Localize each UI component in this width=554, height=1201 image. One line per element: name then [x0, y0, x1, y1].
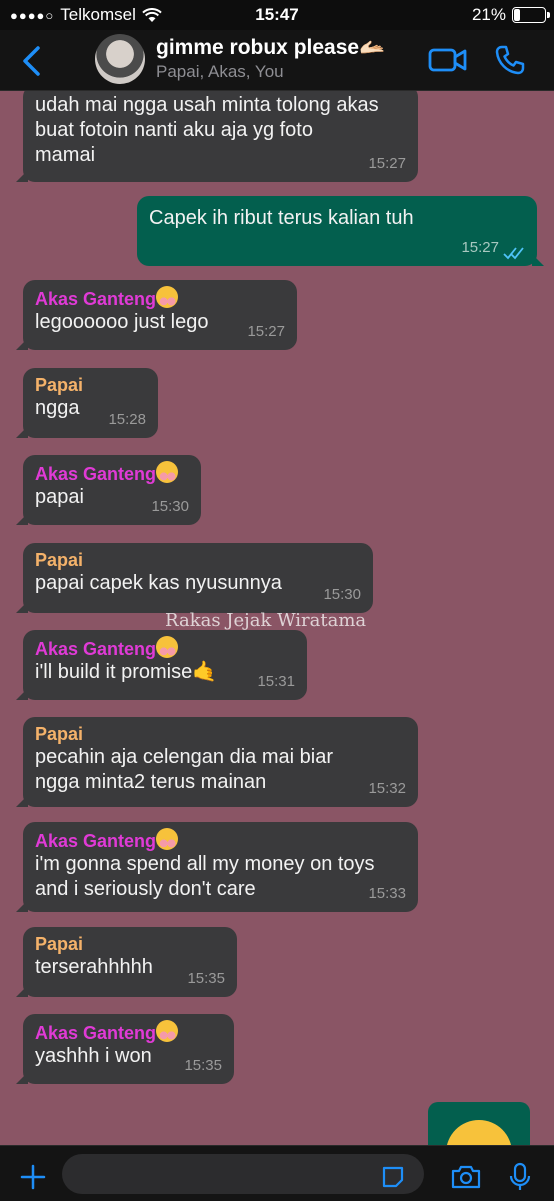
message-bubble[interactable]: Akas Ganteng i'll build it promise🤙 15:3…	[16, 630, 307, 700]
message-bubble[interactable]: Akas Ganteng yashhh i won 15:35	[16, 1014, 234, 1084]
sticker-message-bubble[interactable]	[428, 1102, 530, 1145]
sender-name: Akas Ganteng	[35, 1020, 222, 1044]
back-arrow-icon[interactable]	[18, 44, 46, 78]
battery-icon	[512, 7, 550, 23]
smiling-face-with-hearts-icon	[156, 828, 179, 850]
message-text: i'll build it promise🤙	[35, 661, 218, 683]
message-time: 15:35	[184, 1057, 222, 1074]
group-name: gimme robux please	[156, 36, 360, 59]
message-time: 15:27	[461, 239, 499, 256]
message-bubble-outgoing[interactable]: Capek ih ribut terus kalian tuh 15:27	[137, 196, 544, 266]
status-right: 21%	[471, 5, 550, 25]
chat-header: gimme robux please🫴🏻 Papai, Akas, You	[0, 30, 554, 91]
battery-percent: 21%	[471, 5, 506, 24]
message-time: 15:30	[151, 498, 189, 515]
message-bubble[interactable]: Akas Ganteng legoooooo just lego 15:27	[16, 280, 297, 350]
smiling-face-with-hearts-icon	[156, 636, 179, 658]
message-bubble[interactable]: Akas Ganteng papai 15:30	[16, 455, 201, 525]
message-bubble[interactable]: Papai pecahin aja celengan dia mai biar …	[16, 717, 418, 807]
message-input-bar	[0, 1145, 554, 1201]
group-avatar[interactable]	[95, 34, 145, 84]
message-text: i'm gonna spend all my money on toys	[35, 853, 375, 875]
message-text: buat fotoin nanti aku aja yg foto	[35, 119, 313, 141]
message-bubble[interactable]: Papai terserahhhhh 15:35	[16, 927, 237, 997]
video-call-icon[interactable]	[428, 46, 468, 74]
laughing-face-icon	[446, 1120, 512, 1145]
sender-name: Akas Ganteng	[35, 286, 285, 310]
smiling-face-with-hearts-icon	[156, 286, 179, 308]
phone-call-icon[interactable]	[494, 44, 526, 76]
message-time: 15:32	[368, 780, 406, 797]
message-time: 15:31	[257, 673, 295, 690]
sender-name: Papai	[35, 934, 84, 954]
message-text: mamai	[35, 144, 96, 166]
group-members[interactable]: Papai, Akas, You	[156, 62, 284, 82]
message-bubble[interactable]: udah mai ngga usah minta tolong akas bua…	[16, 91, 418, 182]
message-bubble[interactable]: Papai ngga 15:28	[16, 368, 158, 438]
call-me-hand-icon: 🤙	[192, 661, 218, 683]
message-time: 15:27	[368, 155, 406, 172]
smiling-face-with-hearts-icon	[156, 461, 179, 483]
watermark-text: Rakas Jejak Wiratama	[165, 610, 367, 631]
message-text: ngga minta2 terus mainan	[35, 771, 267, 793]
message-text: papai capek kas nyusunnya	[35, 572, 282, 594]
message-time: 15:35	[187, 970, 225, 987]
sender-name: Papai	[35, 550, 84, 570]
sender-name: Papai	[35, 724, 84, 744]
message-text: and i seriously don't care	[35, 878, 256, 900]
message-text: Capek ih ribut terus kalian tuh	[149, 207, 414, 229]
message-time: 15:27	[247, 323, 285, 340]
camera-icon[interactable]	[450, 1164, 482, 1190]
status-bar: ●●●●○ Telkomsel 15:47 21%	[0, 0, 554, 30]
sender-name: Akas Ganteng	[35, 636, 295, 660]
message-text: pecahin aja celengan dia mai biar	[35, 746, 333, 768]
group-title[interactable]: gimme robux please🫴🏻	[156, 36, 385, 60]
message-time: 15:30	[323, 586, 361, 603]
sender-name: Papai	[35, 375, 84, 395]
message-time: 15:28	[108, 411, 146, 428]
message-bubble[interactable]: Akas Ganteng i'm gonna spend all my mone…	[16, 822, 418, 912]
message-text: udah mai ngga usah minta tolong akas	[35, 94, 379, 116]
read-receipt-icon	[503, 247, 524, 260]
message-bubble[interactable]: Papai papai capek kas nyusunnya 15:30	[16, 543, 373, 613]
message-time: 15:33	[368, 885, 406, 902]
smiling-face-with-hearts-icon	[156, 1020, 179, 1042]
status-time: 15:47	[255, 5, 299, 24]
battery-fill	[514, 9, 520, 21]
sender-name: Akas Ganteng	[35, 461, 189, 485]
message-input[interactable]	[62, 1154, 424, 1194]
group-emoji: 🫴🏻	[359, 36, 386, 59]
chat-area[interactable]: udah mai ngga usah minta tolong akas bua…	[0, 91, 554, 1145]
sender-name: Akas Ganteng	[35, 828, 406, 852]
microphone-icon[interactable]	[508, 1162, 532, 1192]
sticker-icon[interactable]	[380, 1164, 406, 1190]
plus-icon[interactable]	[20, 1164, 46, 1190]
